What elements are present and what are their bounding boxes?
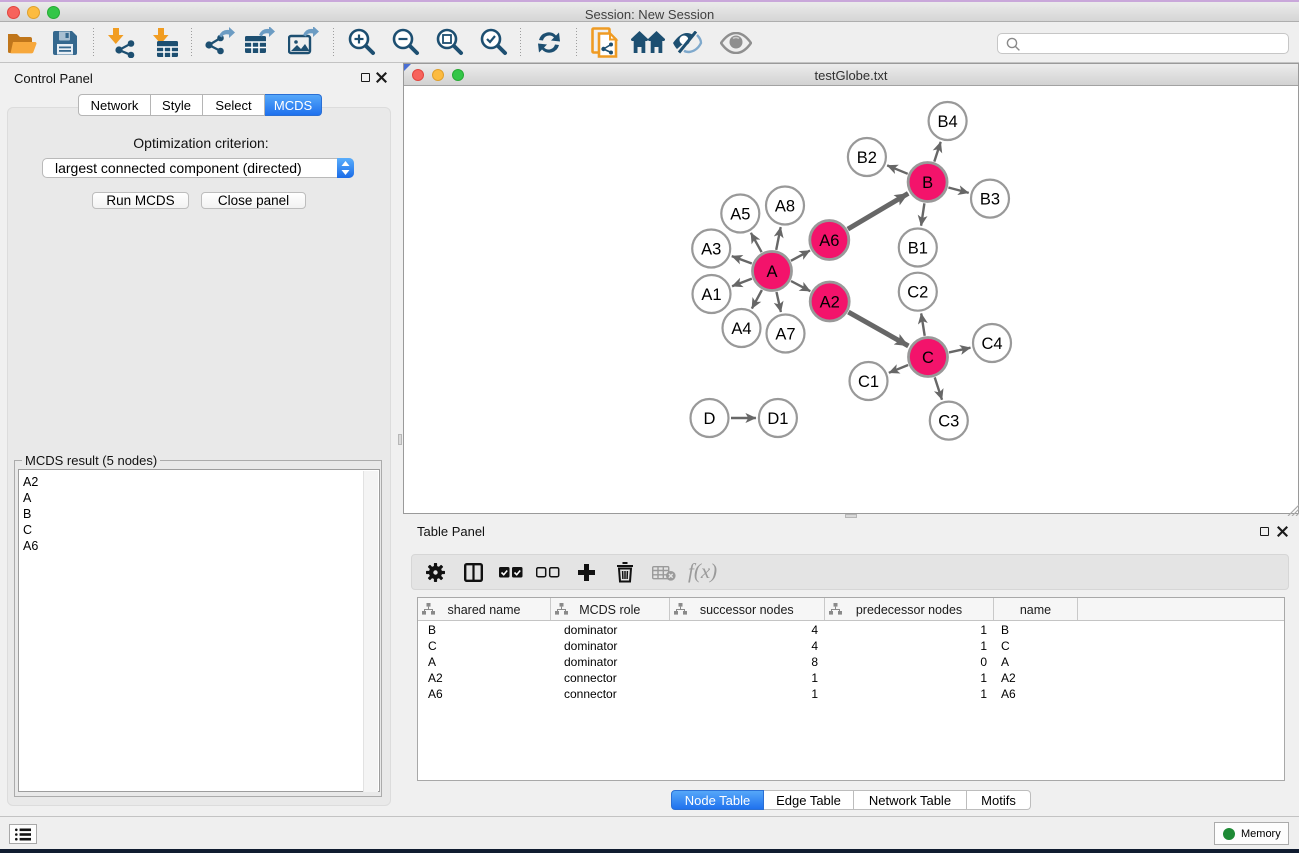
- svg-text:A: A: [766, 263, 777, 281]
- svg-text:C2: C2: [907, 284, 928, 302]
- svg-text:B4: B4: [938, 113, 958, 131]
- svg-text:A4: A4: [731, 320, 751, 338]
- svg-text:B1: B1: [908, 239, 928, 257]
- svg-text:A3: A3: [701, 240, 721, 258]
- svg-text:A2: A2: [820, 293, 840, 311]
- svg-text:B3: B3: [980, 190, 1000, 208]
- svg-text:D: D: [704, 410, 716, 428]
- svg-text:C4: C4: [981, 335, 1002, 353]
- svg-text:A5: A5: [730, 205, 750, 223]
- svg-text:C1: C1: [858, 373, 879, 391]
- svg-text:C: C: [922, 349, 934, 367]
- svg-text:B2: B2: [857, 149, 877, 167]
- svg-text:A8: A8: [775, 197, 795, 215]
- svg-text:C3: C3: [938, 412, 959, 430]
- svg-text:A7: A7: [775, 325, 795, 343]
- svg-text:D1: D1: [767, 410, 788, 428]
- svg-text:A1: A1: [701, 286, 721, 304]
- svg-text:B: B: [922, 174, 933, 192]
- svg-text:A6: A6: [819, 232, 839, 250]
